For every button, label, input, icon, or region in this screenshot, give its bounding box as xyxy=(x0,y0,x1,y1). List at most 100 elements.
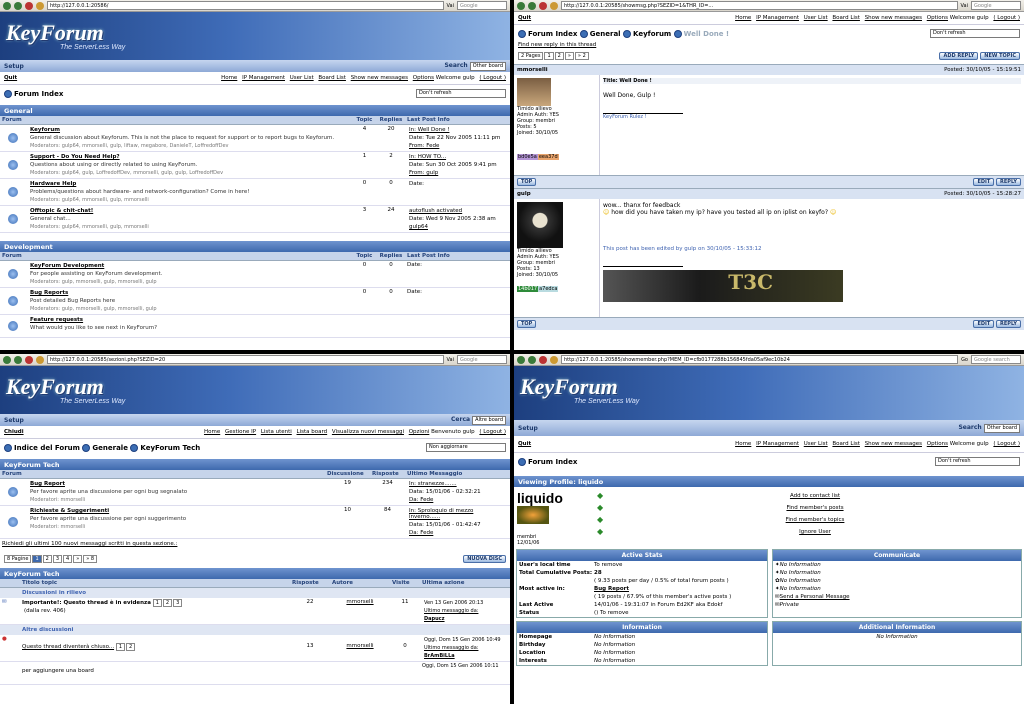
send-pm-link[interactable]: Send a Personal Message xyxy=(780,594,850,600)
last-post-link[interactable]: In: Sproloquio di mezzo inverno...... xyxy=(407,507,508,521)
home-icon[interactable] xyxy=(36,355,44,364)
last-post-link[interactable]: autoflush activated xyxy=(407,207,508,215)
nav-home[interactable]: Home xyxy=(735,441,751,447)
add-contact-link[interactable]: Add to contact list xyxy=(609,490,1021,502)
nav-options[interactable]: Options xyxy=(927,15,948,21)
quit-link[interactable]: Chiudi xyxy=(4,429,24,435)
nav-home[interactable]: Home xyxy=(735,15,751,21)
nav-user-list[interactable]: Lista utenti xyxy=(261,429,292,435)
nav-options[interactable]: Opzioni xyxy=(409,429,430,435)
last-post-author[interactable]: From: gulp xyxy=(407,169,508,177)
last-action-author[interactable]: Dapucz xyxy=(422,615,508,623)
forum-link[interactable]: Richieste & Suggerimenti xyxy=(28,507,323,515)
setup-link[interactable]: Setup xyxy=(4,417,24,424)
crumb-index[interactable]: Indice del Forum xyxy=(14,444,80,452)
google-search-input[interactable]: Google xyxy=(457,1,507,10)
page-2[interactable]: 2 xyxy=(42,555,52,563)
setup-link[interactable]: Setup xyxy=(4,63,24,70)
back-icon[interactable] xyxy=(517,1,525,10)
stop-icon[interactable] xyxy=(25,1,33,10)
refresh-select[interactable]: Non aggiornare xyxy=(426,443,506,452)
address-bar[interactable]: http://127.0.0.1:20585/sezioni.php?SEZID… xyxy=(47,355,444,364)
top-button[interactable]: TOP xyxy=(517,178,537,186)
topic-link[interactable]: Questo thread diventerà chiuso... xyxy=(22,644,114,650)
topic-page[interactable]: 1 xyxy=(152,599,162,607)
nav-board-list[interactable]: Board List xyxy=(832,15,860,21)
go-button[interactable]: Vai xyxy=(447,357,455,363)
most-active-forum-link[interactable]: Bug Report xyxy=(594,586,629,592)
home-icon[interactable] xyxy=(550,355,558,364)
keyforum-logo[interactable]: KeyForum xyxy=(520,374,618,400)
refresh-select[interactable]: Don't refresh xyxy=(416,89,506,98)
logout-link[interactable]: ( Logout ) xyxy=(993,15,1020,21)
stop-icon[interactable] xyxy=(539,355,547,364)
stop-icon[interactable] xyxy=(539,1,547,10)
go-button[interactable]: Go xyxy=(961,357,968,363)
topic-page[interactable]: 2 xyxy=(126,643,136,651)
forward-icon[interactable] xyxy=(528,1,536,10)
page-1[interactable]: 1 xyxy=(544,52,554,60)
add-reply-button[interactable]: ADD REPLY xyxy=(939,52,979,60)
home-icon[interactable] xyxy=(550,1,558,10)
reply-button[interactable]: REPLY xyxy=(996,320,1021,328)
quit-link[interactable]: Quit xyxy=(518,441,531,447)
google-search-input[interactable]: Google xyxy=(971,1,1021,10)
crumb-forum-index[interactable]: Forum Index xyxy=(528,458,577,466)
page-1[interactable]: 1 xyxy=(32,555,42,563)
category-keyforum-tech[interactable]: KeyForum Tech xyxy=(0,459,510,470)
forum-link[interactable]: Bug Reports xyxy=(28,289,350,297)
last-post-author[interactable]: Da: Fede xyxy=(407,496,508,504)
nav-ip-management[interactable]: Gestione IP xyxy=(225,429,256,435)
nav-board-list[interactable]: Board List xyxy=(832,441,860,447)
page-next[interactable]: » xyxy=(564,52,574,60)
topic-page[interactable]: 3 xyxy=(173,599,183,607)
page-3[interactable]: 3 xyxy=(52,555,62,563)
top-button[interactable]: TOP xyxy=(517,320,537,328)
crumb-keyforum-tech[interactable]: KeyForum Tech xyxy=(140,444,200,452)
page-next[interactable]: » xyxy=(73,555,83,563)
nav-ip-management[interactable]: IP Management xyxy=(756,15,799,21)
keyforum-logo[interactable]: KeyForum xyxy=(6,20,104,46)
back-icon[interactable] xyxy=(517,355,525,364)
last-post-link[interactable]: In: HOW TO... xyxy=(407,153,508,161)
nav-options[interactable]: Options xyxy=(927,441,948,447)
forward-icon[interactable] xyxy=(14,355,22,364)
last-post-link[interactable]: In: stranezze....... xyxy=(407,480,508,488)
nav-ip-management[interactable]: IP Management xyxy=(242,75,285,81)
back-icon[interactable] xyxy=(3,355,11,364)
nav-user-list[interactable]: User List xyxy=(804,15,828,21)
go-button[interactable]: Vai xyxy=(961,3,969,9)
topic-link[interactable]: Importante!: Questo thread è in evidenza xyxy=(22,600,151,606)
nav-new-messages[interactable]: Show new messages xyxy=(351,75,408,81)
keyforum-logo[interactable]: KeyForum xyxy=(6,374,104,400)
logout-link[interactable]: ( Logout ) xyxy=(479,429,506,435)
crumb-general[interactable]: General xyxy=(590,30,621,38)
board-select[interactable]: Other board xyxy=(983,423,1020,433)
last-action-link[interactable]: Ultimo messaggio da: xyxy=(422,644,508,652)
post-author[interactable]: mmorselli xyxy=(517,67,548,73)
refresh-select[interactable]: Don't refresh xyxy=(930,29,1020,38)
crumb-generale[interactable]: Generale xyxy=(92,444,128,452)
topic-author[interactable]: mmorselli xyxy=(330,598,390,624)
google-search-input[interactable]: Google search xyxy=(971,355,1021,364)
home-icon[interactable] xyxy=(36,1,44,10)
last-100-link[interactable]: Richiedi gli ultimi 100 nuovi messaggi s… xyxy=(0,539,510,549)
board-select[interactable]: Altre board xyxy=(472,415,506,425)
forum-link[interactable]: KeyForum Development xyxy=(28,262,350,270)
stop-icon[interactable] xyxy=(25,355,33,364)
setup-link[interactable]: Setup xyxy=(518,425,538,432)
go-button[interactable]: Vai xyxy=(447,3,455,9)
forum-link[interactable]: Offtopic & chit-chat! xyxy=(28,207,350,215)
find-topics-link[interactable]: Find member's topics xyxy=(609,514,1021,526)
topic-page[interactable]: 1 xyxy=(115,643,126,651)
edit-button[interactable]: EDIT xyxy=(973,178,995,186)
forward-icon[interactable] xyxy=(528,355,536,364)
forum-link[interactable]: Bug Report xyxy=(28,480,323,488)
topic-link[interactable]: per aggiungere una board xyxy=(20,662,290,684)
forward-icon[interactable] xyxy=(14,1,22,10)
last-action-link[interactable]: Ultimo messaggio da: xyxy=(422,607,508,615)
page-last[interactable]: » 2 xyxy=(574,52,589,60)
new-discussion-button[interactable]: NUOVA DISC xyxy=(463,555,506,563)
nav-new-messages[interactable]: Visualizza nuovi messaggi xyxy=(332,429,404,435)
address-bar[interactable]: http://127.0.0.1:20585/showmsg.php?SEZID… xyxy=(561,1,958,10)
